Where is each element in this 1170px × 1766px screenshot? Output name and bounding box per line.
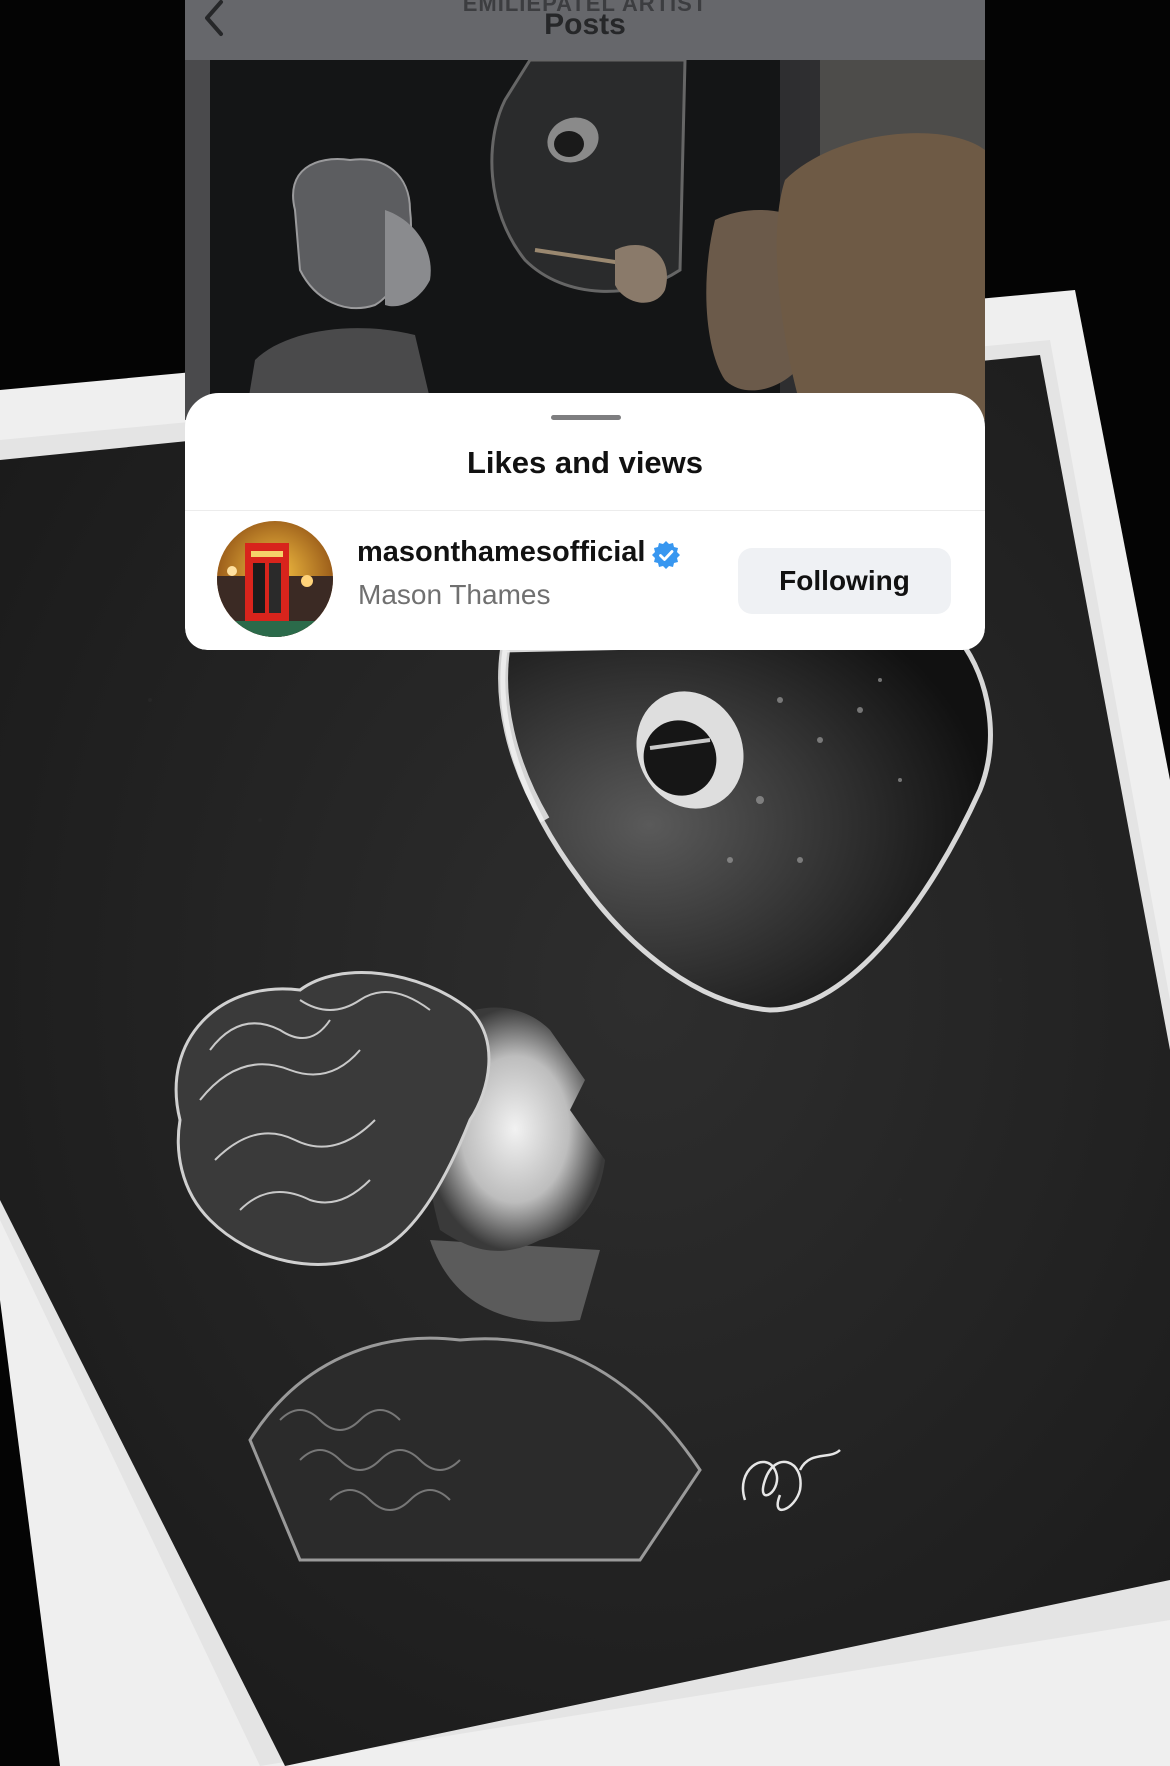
full-name: Mason Thames bbox=[358, 579, 551, 610]
liker-row[interactable]: masonthamesofficial Mason Thames Followi… bbox=[185, 511, 985, 650]
following-button[interactable]: Following bbox=[738, 548, 951, 614]
verified-badge-icon bbox=[652, 541, 680, 569]
page-title: Posts bbox=[544, 8, 626, 41]
sheet-grabber[interactable] bbox=[551, 415, 621, 420]
avatar-image bbox=[217, 521, 333, 637]
post-image bbox=[185, 60, 985, 420]
likes-sheet: Likes and views masonthamesofficial Maso… bbox=[185, 393, 985, 650]
avatar[interactable] bbox=[217, 521, 333, 637]
nav-bar: EMILIEPATEL ARTIST Posts bbox=[185, 0, 985, 60]
embedded-screenshot: EMILIEPATEL ARTIST Posts Likes and views bbox=[185, 0, 985, 650]
sheet-title: Likes and views bbox=[466, 445, 704, 480]
username[interactable]: masonthamesofficial bbox=[357, 536, 645, 569]
